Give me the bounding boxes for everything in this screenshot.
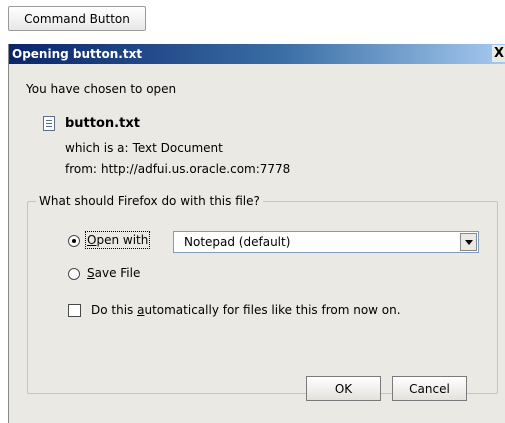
save-file-label-rest: ave File	[94, 266, 141, 280]
open-with-radio[interactable]	[68, 235, 80, 247]
open-with-label-rest: pen with	[96, 233, 149, 247]
auto-handle-label-pre: Do this	[91, 303, 138, 317]
page: Command Button Opening button.txt X You …	[0, 0, 505, 423]
file-type-label: which is a:	[65, 141, 129, 155]
command-button[interactable]: Command Button	[8, 6, 146, 31]
file-source-value: http://adfui.us.oracle.com:7778	[100, 162, 291, 176]
cancel-button[interactable]: Cancel	[392, 376, 467, 401]
file-source-label: from:	[65, 162, 97, 176]
file-source-row: from: http://adfui.us.oracle.com:7778	[65, 162, 290, 176]
application-select[interactable]: Notepad (default)	[173, 231, 479, 253]
intro-text: You have chosen to open	[26, 82, 177, 96]
save-file-accesskey: S	[87, 266, 95, 280]
cancel-button-label: Cancel	[409, 381, 450, 396]
auto-handle-checkbox[interactable]	[68, 304, 81, 317]
save-file-label[interactable]: Save File	[87, 266, 140, 280]
file-type-value: Text Document	[132, 141, 223, 155]
dialog-title: Opening button.txt	[12, 47, 143, 61]
text-file-icon	[43, 116, 55, 131]
auto-handle-label[interactable]: Do this automatically for files like thi…	[91, 303, 401, 317]
file-type-row: which is a: Text Document	[65, 141, 223, 155]
open-file-dialog: Opening button.txt X You have chosen to …	[8, 44, 505, 423]
application-select-value: Notepad (default)	[184, 235, 291, 249]
action-groupbox	[27, 201, 498, 394]
chevron-down-icon[interactable]	[460, 233, 477, 251]
open-with-label[interactable]: Open with	[84, 231, 151, 249]
ok-button-label: OK	[334, 381, 353, 396]
file-name: button.txt	[65, 116, 140, 131]
ok-button[interactable]: OK	[306, 376, 381, 401]
dialog-titlebar[interactable]: Opening button.txt X	[9, 44, 505, 64]
close-icon[interactable]: X	[492, 45, 505, 62]
save-file-radio[interactable]	[68, 268, 80, 280]
auto-handle-label-rest: utomatically for files like this from no…	[144, 303, 401, 317]
action-group-legend: What should Firefox do with this file?	[36, 194, 263, 208]
command-button-label: Command Button	[24, 11, 130, 26]
